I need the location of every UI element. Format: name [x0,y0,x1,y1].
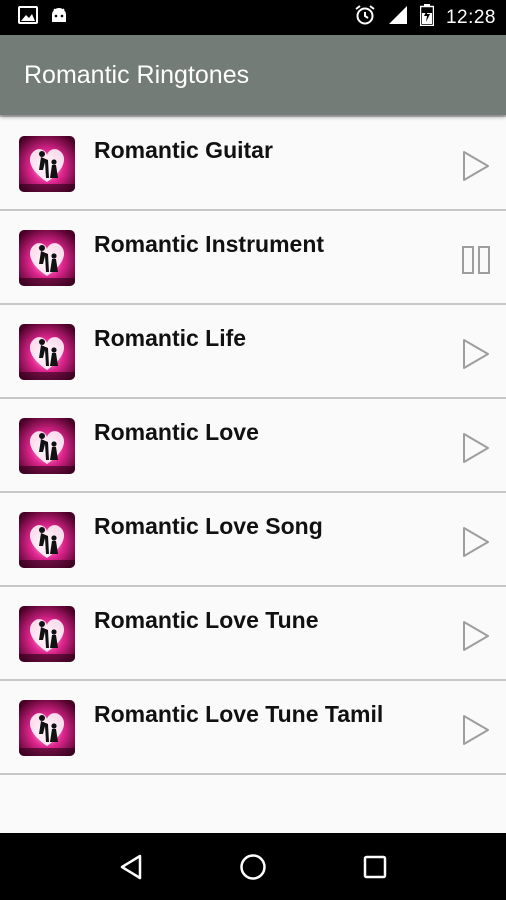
image-icon [18,6,38,29]
ringtone-thumbnail [19,700,75,756]
android-icon [50,6,68,29]
list-item[interactable]: Romantic Life [0,305,506,399]
ringtone-title: Romantic Life [94,325,247,351]
nav-bar [0,833,506,900]
page-title: Romantic Ringtones [24,60,250,89]
ringtone-list[interactable]: Romantic FluteRomantic GuitarRomantic In… [0,83,506,833]
back-icon[interactable] [111,847,151,887]
play-icon[interactable] [458,712,494,748]
ringtone-thumbnail [19,606,75,662]
list-item[interactable]: Romantic Love Tune [0,587,506,681]
battery-icon [419,4,435,31]
signal-icon [388,5,408,30]
play-icon[interactable] [458,148,494,184]
play-icon[interactable] [458,524,494,560]
ringtone-title: Romantic Instrument [94,231,325,257]
list-item[interactable]: Romantic Love [0,399,506,493]
list-item[interactable]: Romantic Love Song [0,493,506,587]
ringtone-title: Romantic Love [94,419,259,445]
ringtone-thumbnail [19,136,75,192]
status-time: 12:28 [445,6,496,28]
alarm-icon [354,4,376,31]
status-bar: 12:28 [0,0,506,35]
play-icon[interactable] [458,336,494,372]
play-icon[interactable] [458,430,494,466]
list-item[interactable]: Romantic Love Tune Tamil [0,681,506,775]
home-icon[interactable] [233,847,273,887]
ringtone-thumbnail [19,324,75,380]
app-bar: Romantic Ringtones [0,35,506,115]
ringtone-thumbnail [19,230,75,286]
ringtone-title: Romantic Guitar [94,137,273,163]
ringtone-title: Romantic Love Tune Tamil [94,701,384,727]
ringtone-title: Romantic Love Tune [94,607,319,633]
list-item[interactable]: Romantic Guitar [0,117,506,211]
recents-icon[interactable] [355,847,395,887]
play-icon[interactable] [458,618,494,654]
ringtone-thumbnail [19,512,75,568]
pause-icon[interactable] [458,242,494,278]
ringtone-thumbnail [19,418,75,474]
ringtone-title: Romantic Love Song [94,513,323,539]
list-item[interactable]: Romantic Instrument [0,211,506,305]
